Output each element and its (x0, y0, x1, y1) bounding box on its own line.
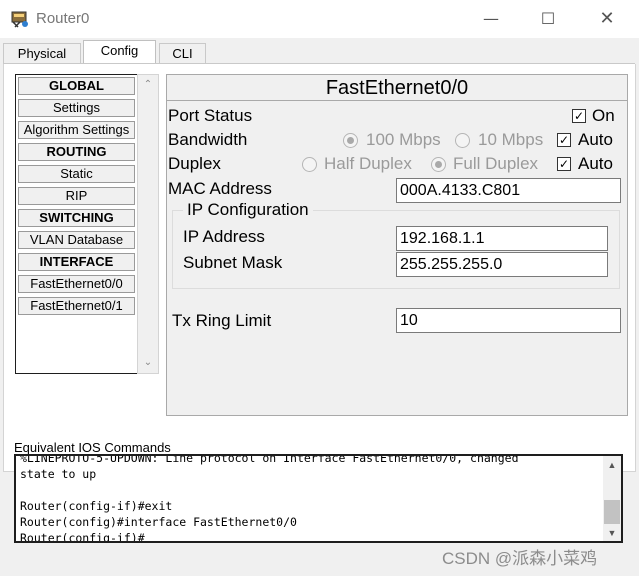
ios-line: %LINEPROTO-5-UPDOWN: Line protocol on In… (20, 454, 519, 465)
router-app-icon (11, 11, 28, 28)
minimize-button[interactable]: — (476, 6, 506, 32)
config-tab-panel: GLOBAL Settings Algorithm Settings ROUTI… (3, 64, 636, 472)
config-sidebar: GLOBAL Settings Algorithm Settings ROUTI… (15, 74, 138, 374)
ip-address-field[interactable]: 192.168.1.1 (396, 226, 608, 251)
port-status-on-label: On (592, 106, 615, 125)
sidebar-scrollbar[interactable]: ⌃ ⌄ (137, 74, 159, 374)
bandwidth-label: Bandwidth (168, 130, 248, 149)
ip-configuration-legend: IP Configuration (183, 200, 313, 220)
sidebar-item-static[interactable]: Static (18, 165, 135, 183)
duplex-half-label: Half Duplex (324, 154, 412, 173)
ip-address-label: IP Address (183, 227, 265, 246)
duplex-half-radio[interactable] (302, 157, 317, 172)
sidebar-header-global[interactable]: GLOBAL (18, 77, 135, 95)
port-status-label: Port Status (168, 106, 253, 125)
bandwidth-100-radio[interactable] (343, 133, 358, 148)
bandwidth-100-label: 100 Mbps (366, 130, 441, 149)
ios-commands-text: %LINEPROTO-5-UPDOWN: Line protocol on In… (20, 454, 519, 543)
ios-scroll-thumb[interactable] (604, 500, 620, 524)
tx-ring-limit-field[interactable]: 10 (396, 308, 621, 333)
sidebar-item-algorithm-settings[interactable]: Algorithm Settings (18, 121, 135, 139)
sidebar-header-routing[interactable]: ROUTING (18, 143, 135, 161)
ios-line: Router(config)#interface FastEthernet0/0 (20, 515, 297, 529)
ios-commands-label: Equivalent IOS Commands (14, 440, 171, 455)
close-button[interactable]: ✕ (592, 6, 622, 32)
bandwidth-10-label: 10 Mbps (478, 130, 544, 149)
tx-ring-limit-label: Tx Ring Limit (172, 311, 272, 330)
bandwidth-auto-label: Auto (578, 130, 613, 149)
ios-scrollbar[interactable]: ▲ ▼ (603, 456, 621, 541)
subnet-mask-field[interactable]: 255.255.255.0 (396, 252, 608, 277)
bandwidth-10-radio[interactable] (455, 133, 470, 148)
sidebar-header-interface[interactable]: INTERFACE (18, 253, 135, 271)
sidebar-item-settings[interactable]: Settings (18, 99, 135, 117)
interface-title: FastEthernet0/0 (167, 75, 627, 101)
duplex-label: Duplex (168, 154, 221, 173)
ios-line: Router(config-if)# (20, 531, 145, 543)
ios-line: Router(config-if)#exit (20, 499, 173, 513)
interface-config-panel: FastEthernet0/0 Port Status ✓ On Bandwid… (166, 74, 628, 416)
ios-commands-console[interactable]: %LINEPROTO-5-UPDOWN: Line protocol on In… (14, 454, 623, 543)
duplex-full-label: Full Duplex (453, 154, 539, 173)
ios-line: state to up (20, 467, 97, 481)
chevron-up-icon[interactable]: ⌃ (138, 76, 158, 94)
sidebar-item-fastethernet0-1[interactable]: FastEthernet0/1 (18, 297, 135, 315)
window-body: Physical Config CLI GLOBAL Settings Algo… (0, 38, 639, 576)
mac-address-field[interactable]: 000A.4133.C801 (396, 178, 621, 203)
mac-address-label: MAC Address (168, 179, 272, 198)
duplex-full-radio[interactable] (431, 157, 446, 172)
watermark: CSDN @派森小菜鸡 (442, 549, 598, 568)
tab-physical[interactable]: Physical (3, 43, 81, 64)
duplex-auto-checkbox[interactable]: ✓ (557, 157, 571, 171)
maximize-button[interactable]: ☐ (533, 6, 563, 32)
tab-cli[interactable]: CLI (159, 43, 206, 64)
sidebar-item-rip[interactable]: RIP (18, 187, 135, 205)
duplex-auto-label: Auto (578, 154, 613, 173)
subnet-mask-label: Subnet Mask (183, 253, 283, 272)
window-title: Router0 (36, 10, 90, 27)
chevron-up-icon[interactable]: ▲ (603, 457, 621, 473)
sidebar-item-vlan-database[interactable]: VLAN Database (18, 231, 135, 249)
sidebar-header-switching[interactable]: SWITCHING (18, 209, 135, 227)
ios-line: ​ (20, 482, 519, 498)
sidebar-item-fastethernet0-0[interactable]: FastEthernet0/0 (18, 275, 135, 293)
port-status-checkbox[interactable]: ✓ (572, 109, 586, 123)
chevron-down-icon[interactable]: ⌄ (138, 354, 158, 372)
bandwidth-auto-checkbox[interactable]: ✓ (557, 133, 571, 147)
ip-configuration-group: IP Configuration IP Address 192.168.1.1 … (172, 200, 620, 289)
title-bar: Router0 — ☐ ✕ (0, 0, 639, 38)
tab-config[interactable]: Config (83, 40, 156, 65)
chevron-down-icon[interactable]: ▼ (603, 525, 621, 541)
